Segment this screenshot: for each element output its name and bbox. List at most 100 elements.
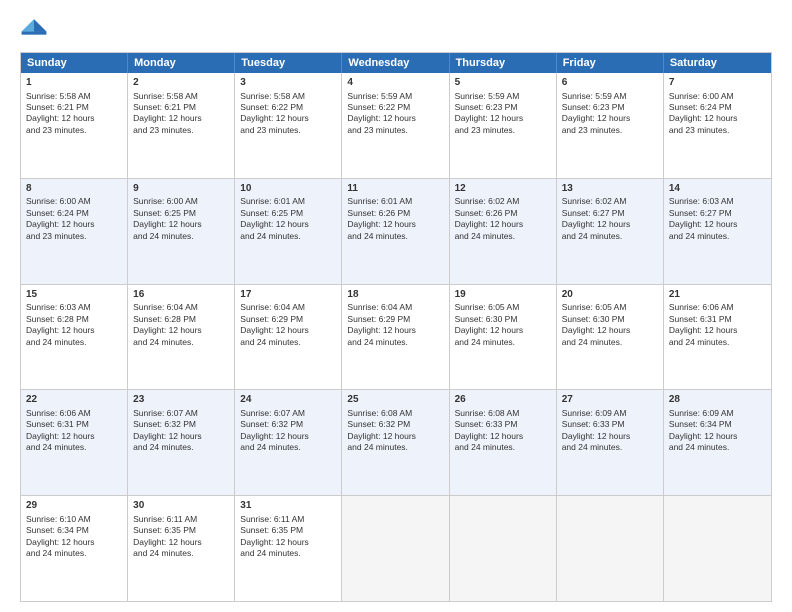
day-info-line: Sunset: 6:31 PM — [26, 419, 122, 430]
day-info-line: Sunset: 6:27 PM — [562, 208, 658, 219]
day-number: 27 — [562, 393, 658, 407]
day-info-line: and 24 minutes. — [562, 442, 658, 453]
day-number: 4 — [347, 76, 443, 90]
day-info-line: Sunrise: 5:59 AM — [562, 91, 658, 102]
day-info-line: Sunrise: 6:10 AM — [26, 514, 122, 525]
day-number: 30 — [133, 499, 229, 513]
day-info-line: and 24 minutes. — [455, 442, 551, 453]
day-info-line: Sunrise: 6:02 AM — [562, 196, 658, 207]
day-info-line: and 23 minutes. — [26, 231, 122, 242]
day-info-line: Sunset: 6:25 PM — [240, 208, 336, 219]
day-info-line: Daylight: 12 hours — [347, 431, 443, 442]
week-row-1: 1Sunrise: 5:58 AMSunset: 6:21 PMDaylight… — [21, 73, 771, 178]
day-number: 9 — [133, 182, 229, 196]
day-info-line: Sunrise: 6:01 AM — [347, 196, 443, 207]
day-info-line: Daylight: 12 hours — [133, 113, 229, 124]
day-info-line: Sunset: 6:32 PM — [240, 419, 336, 430]
day-number: 25 — [347, 393, 443, 407]
day-info-line: and 23 minutes. — [240, 125, 336, 136]
day-info-line: Sunset: 6:24 PM — [669, 102, 766, 113]
day-number: 14 — [669, 182, 766, 196]
day-header-thursday: Thursday — [450, 53, 557, 73]
day-info-line: Daylight: 12 hours — [133, 325, 229, 336]
day-info-line: Daylight: 12 hours — [240, 431, 336, 442]
day-info-line: and 24 minutes. — [669, 442, 766, 453]
day-cell-26: 26Sunrise: 6:08 AMSunset: 6:33 PMDayligh… — [450, 390, 557, 495]
day-info-line: Sunset: 6:26 PM — [347, 208, 443, 219]
day-cell-11: 11Sunrise: 6:01 AMSunset: 6:26 PMDayligh… — [342, 179, 449, 284]
day-cell-1: 1Sunrise: 5:58 AMSunset: 6:21 PMDaylight… — [21, 73, 128, 178]
day-info-line: and 24 minutes. — [26, 337, 122, 348]
day-info-line: Daylight: 12 hours — [240, 325, 336, 336]
day-info-line: and 24 minutes. — [455, 337, 551, 348]
day-info-line: and 24 minutes. — [240, 231, 336, 242]
day-info-line: Daylight: 12 hours — [26, 113, 122, 124]
logo-icon — [20, 16, 48, 44]
logo — [20, 16, 52, 44]
day-number: 26 — [455, 393, 551, 407]
day-info-line: Sunset: 6:35 PM — [133, 525, 229, 536]
day-info-line: Sunset: 6:23 PM — [455, 102, 551, 113]
day-info-line: Sunrise: 5:58 AM — [26, 91, 122, 102]
day-cell-15: 15Sunrise: 6:03 AMSunset: 6:28 PMDayligh… — [21, 285, 128, 390]
day-number: 7 — [669, 76, 766, 90]
day-header-saturday: Saturday — [664, 53, 771, 73]
day-info-line: and 24 minutes. — [562, 231, 658, 242]
day-info-line: Sunset: 6:28 PM — [26, 314, 122, 325]
day-info-line: Sunset: 6:32 PM — [133, 419, 229, 430]
day-info-line: Sunrise: 6:00 AM — [26, 196, 122, 207]
day-info-line: and 24 minutes. — [347, 231, 443, 242]
day-info-line: and 24 minutes. — [347, 442, 443, 453]
day-info-line: Sunset: 6:22 PM — [240, 102, 336, 113]
week-row-4: 22Sunrise: 6:06 AMSunset: 6:31 PMDayligh… — [21, 389, 771, 495]
day-info-line: Sunrise: 6:07 AM — [133, 408, 229, 419]
empty-cell — [664, 496, 771, 601]
day-header-sunday: Sunday — [21, 53, 128, 73]
day-info-line: Daylight: 12 hours — [347, 219, 443, 230]
day-number: 5 — [455, 76, 551, 90]
day-info-line: Sunset: 6:24 PM — [26, 208, 122, 219]
day-header-monday: Monday — [128, 53, 235, 73]
day-number: 12 — [455, 182, 551, 196]
day-info-line: Daylight: 12 hours — [133, 219, 229, 230]
day-cell-2: 2Sunrise: 5:58 AMSunset: 6:21 PMDaylight… — [128, 73, 235, 178]
day-info-line: Sunrise: 6:09 AM — [669, 408, 766, 419]
day-info-line: Sunset: 6:23 PM — [562, 102, 658, 113]
day-info-line: and 24 minutes. — [133, 548, 229, 559]
day-info-line: Sunrise: 6:07 AM — [240, 408, 336, 419]
day-info-line: Daylight: 12 hours — [26, 325, 122, 336]
day-info-line: and 23 minutes. — [562, 125, 658, 136]
day-info-line: Daylight: 12 hours — [347, 325, 443, 336]
day-cell-30: 30Sunrise: 6:11 AMSunset: 6:35 PMDayligh… — [128, 496, 235, 601]
day-info-line: and 24 minutes. — [669, 337, 766, 348]
day-number: 8 — [26, 182, 122, 196]
day-info-line: Sunset: 6:21 PM — [133, 102, 229, 113]
day-number: 11 — [347, 182, 443, 196]
day-info-line: Sunrise: 6:09 AM — [562, 408, 658, 419]
day-info-line: and 24 minutes. — [133, 442, 229, 453]
day-info-line: Daylight: 12 hours — [347, 113, 443, 124]
day-info-line: Sunrise: 5:59 AM — [455, 91, 551, 102]
day-info-line: Sunset: 6:25 PM — [133, 208, 229, 219]
day-info-line: Sunset: 6:29 PM — [347, 314, 443, 325]
day-info-line: Sunrise: 6:04 AM — [347, 302, 443, 313]
day-cell-19: 19Sunrise: 6:05 AMSunset: 6:30 PMDayligh… — [450, 285, 557, 390]
day-info-line: Sunrise: 6:05 AM — [455, 302, 551, 313]
day-number: 21 — [669, 288, 766, 302]
empty-cell — [450, 496, 557, 601]
day-info-line: Daylight: 12 hours — [240, 113, 336, 124]
day-info-line: Daylight: 12 hours — [455, 431, 551, 442]
day-info-line: and 24 minutes. — [240, 442, 336, 453]
day-info-line: Sunset: 6:31 PM — [669, 314, 766, 325]
day-info-line: Sunset: 6:34 PM — [26, 525, 122, 536]
day-info-line: Sunrise: 6:11 AM — [240, 514, 336, 525]
day-info-line: Sunset: 6:30 PM — [455, 314, 551, 325]
day-cell-9: 9Sunrise: 6:00 AMSunset: 6:25 PMDaylight… — [128, 179, 235, 284]
day-info-line: and 23 minutes. — [26, 125, 122, 136]
day-number: 2 — [133, 76, 229, 90]
day-info-line: Daylight: 12 hours — [669, 113, 766, 124]
day-info-line: and 24 minutes. — [133, 231, 229, 242]
day-info-line: Sunrise: 6:04 AM — [133, 302, 229, 313]
day-info-line: Sunset: 6:29 PM — [240, 314, 336, 325]
day-number: 17 — [240, 288, 336, 302]
